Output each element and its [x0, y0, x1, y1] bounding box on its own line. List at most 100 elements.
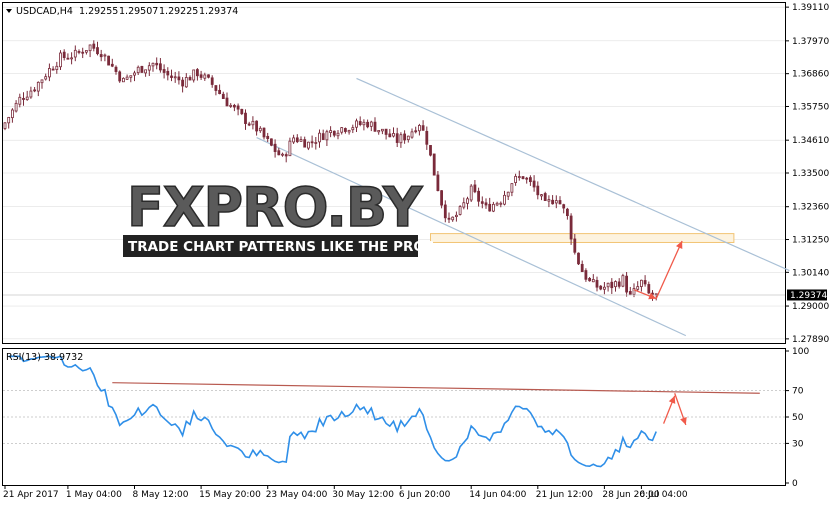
candle-body: [55, 65, 59, 70]
symbol-label: USDCAD,H4: [16, 6, 73, 17]
candle-body: [325, 131, 329, 141]
candle-body: [133, 72, 136, 76]
ohlc-close: 1.29374: [199, 6, 238, 17]
candle-body: [44, 76, 48, 80]
candle-body: [603, 286, 606, 290]
candle-body: [421, 125, 425, 131]
rsi-tick-label: 100: [792, 347, 809, 357]
svg-text:1.29374: 1.29374: [790, 291, 827, 301]
candle-body: [18, 96, 22, 105]
candle-body: [580, 263, 584, 273]
price-tick-label: 1.31250: [792, 236, 829, 246]
price-tick-label: 1.37970: [792, 37, 829, 47]
candle-body: [591, 279, 595, 283]
candle-body: [192, 69, 196, 81]
candle-body: [314, 142, 318, 144]
candle-body: [214, 85, 218, 91]
rsi-axis: 100 70 50 30 0: [785, 347, 809, 489]
candle-body: [48, 68, 51, 78]
candle-body: [225, 97, 229, 107]
candle-body: [521, 176, 525, 179]
candle-body: [636, 286, 640, 290]
price-tick-label: 1.34610: [792, 136, 829, 146]
candle-body: [491, 203, 495, 212]
candle-body: [244, 112, 247, 124]
candle-body: [66, 57, 70, 60]
time-tick-label: 6 Jul 04:00: [639, 490, 688, 500]
candle-body: [281, 153, 284, 156]
candle-body: [466, 198, 469, 204]
candle-body: [59, 52, 62, 68]
candle-body: [210, 77, 214, 85]
candle-body: [462, 202, 466, 208]
time-tick-label: 15 May 20:00: [199, 490, 261, 500]
candle-body: [599, 285, 603, 290]
time-tick-label: 21 Jun 12:00: [536, 490, 593, 500]
candle-body: [266, 135, 270, 139]
candle-body: [181, 79, 185, 87]
candle-body: [469, 185, 473, 201]
candle-body: [173, 76, 177, 79]
candle-body: [610, 281, 614, 289]
candle-body: [158, 63, 162, 71]
candle-body: [451, 216, 455, 221]
candle-body: [251, 120, 255, 126]
candle-body: [536, 185, 540, 196]
candle-body: [425, 130, 429, 145]
candle-body: [336, 132, 340, 137]
candle-body: [429, 145, 432, 156]
candle-body: [36, 81, 40, 92]
ohlc-open: 1.29255: [79, 6, 118, 17]
candle-body: [81, 51, 85, 54]
time-tick-label: 21 Apr 2017: [3, 490, 59, 500]
candle-body: [125, 76, 129, 80]
rsi-tick-label: 30: [792, 439, 804, 449]
candle-body: [292, 137, 296, 143]
svg-text:FXPRO.BY: FXPRO.BY: [127, 176, 423, 239]
candle-body: [640, 279, 643, 287]
candle-body: [184, 77, 188, 88]
time-tick-label: 30 May 12:00: [332, 490, 394, 500]
candle-body: [351, 127, 355, 131]
candle-body: [288, 140, 292, 157]
candle-body: [147, 65, 151, 71]
candle-body: [643, 280, 647, 285]
price-tick-label: 1.36860: [792, 70, 829, 80]
candle-body: [499, 202, 503, 205]
candle-body: [514, 175, 517, 183]
candle-body: [625, 275, 628, 293]
candle-body: [414, 130, 418, 133]
time-tick-label: 14 Jun 04:00: [469, 490, 526, 500]
price-tick-label: 1.30140: [792, 268, 829, 278]
candle-body: [155, 62, 159, 66]
candle-body: [7, 117, 11, 124]
candle-body: [277, 150, 281, 156]
candle-body: [551, 199, 554, 205]
candle-body: [240, 108, 244, 115]
candle-body: [129, 75, 133, 78]
candle-body: [366, 121, 370, 128]
candle-body: [573, 238, 577, 253]
candle-body: [373, 121, 377, 132]
candle-body: [284, 154, 288, 157]
candle-body: [166, 70, 170, 76]
candle-body: [306, 141, 310, 149]
candle-body: [417, 125, 421, 132]
candle-body: [299, 139, 303, 142]
candle-body: [273, 143, 277, 152]
candle-body: [614, 281, 617, 288]
candle-body: [188, 77, 192, 81]
current-price-tag: 1.29374: [787, 289, 827, 301]
candle-body: [543, 193, 547, 201]
candle-body: [177, 76, 181, 81]
candle-body: [229, 104, 233, 107]
candle-body: [92, 43, 96, 49]
candle-body: [403, 133, 407, 141]
candle-body: [310, 141, 314, 144]
candle-body: [406, 135, 410, 141]
candle-body: [388, 133, 392, 138]
ohlc-low: 1.29225: [159, 6, 198, 17]
usdcad-chart[interactable]: FXPRO.BY USDCAD,H4 1.29255 1.29507 1.292…: [0, 0, 829, 506]
candle-body: [236, 105, 240, 110]
candle-body: [532, 180, 536, 188]
